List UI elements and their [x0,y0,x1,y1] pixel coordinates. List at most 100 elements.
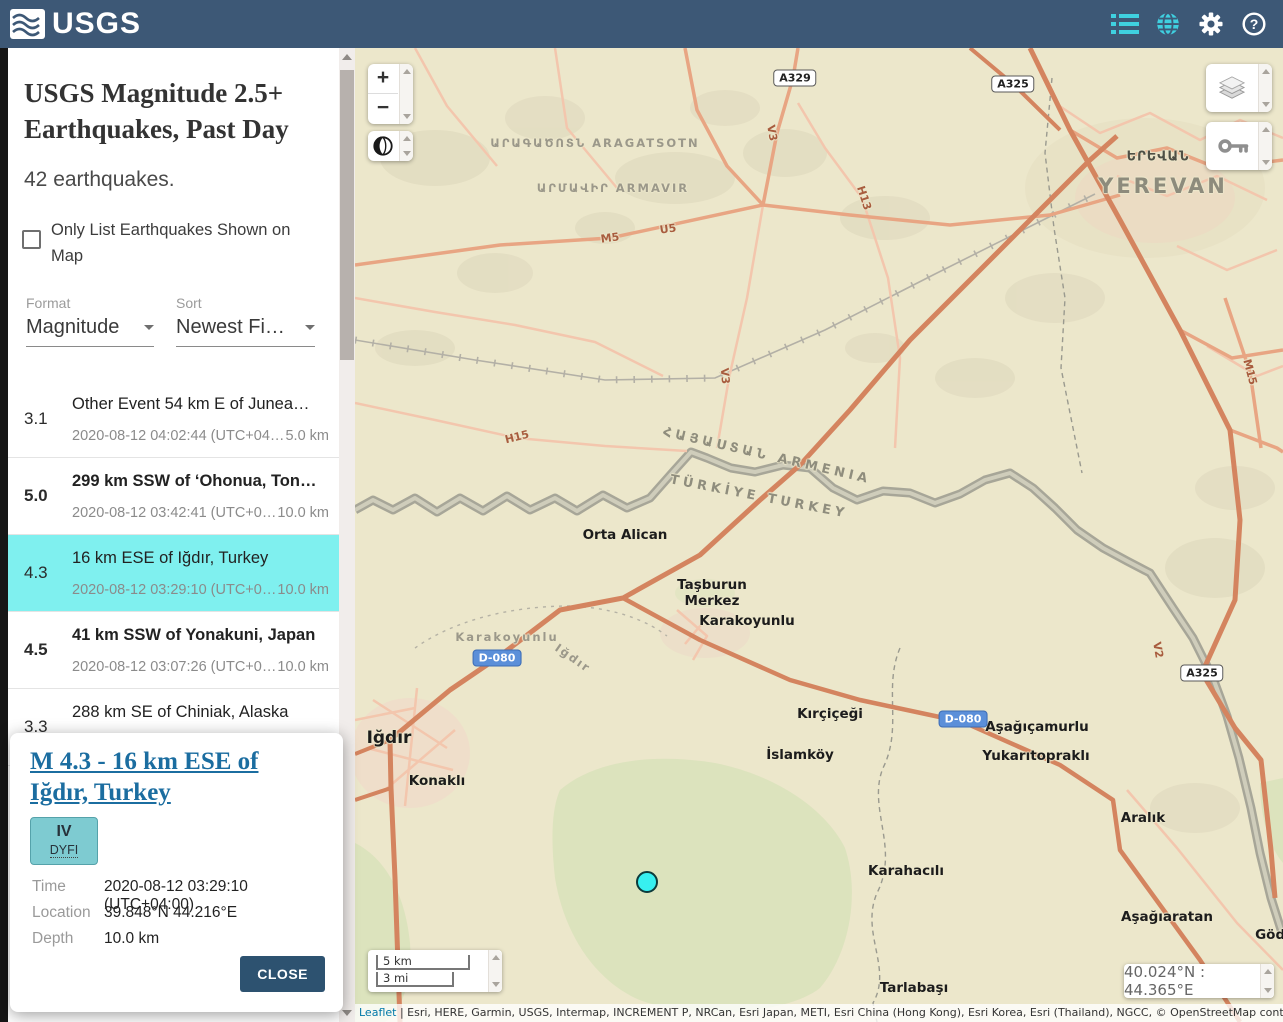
legend-button[interactable] [1206,122,1272,170]
zoom-control[interactable]: + − [368,64,413,124]
leaflet-link[interactable]: Leaflet [359,1006,396,1019]
map-label: İslamköy [766,747,834,763]
event-magnitude: 5.0 [24,486,48,506]
gear-icon[interactable] [1196,9,1226,39]
road-label: V2 [1150,641,1166,659]
event-depth: 10.0 km [277,582,329,598]
map-label: Orta Alican [583,527,668,543]
scroll-up-arrow-icon[interactable] [342,54,352,60]
event-time: 2020-08-12 03:29:10 (UTC+0… [72,582,276,598]
map-label: Aşağıaratan [1121,909,1213,925]
format-select[interactable]: Magnitude [26,316,154,347]
globe-icon[interactable] [372,135,394,162]
event-magnitude: 4.3 [24,563,48,583]
control-scrollbar [1258,64,1272,112]
event-detail-popup: M 4.3 - 16 km ESE of Iğdır, Turkey IV DY… [10,733,343,1012]
list-icon[interactable] [1110,9,1140,39]
road-label: U5 [659,221,677,236]
scrollbar-thumb[interactable] [340,70,354,360]
close-button[interactable]: CLOSE [240,956,325,992]
event-depth: 10.0 km [277,505,329,521]
sort-select[interactable]: Newest Fi… [176,316,315,347]
event-title: Other Event 54 km E of Junea… [72,395,331,414]
route-shield: A329 [773,70,816,87]
control-scrollbar [488,950,502,992]
dyfi-badge[interactable]: IV DYFI [30,817,98,865]
map-label: ԱՐՄԱՎԻՐ ARMAVIR [537,181,689,195]
control-scrollbar [399,64,413,124]
event-depth: 5.0 km [285,428,329,444]
road-label: V3 [718,367,732,384]
usgs-logo[interactable]: USGS [8,6,141,42]
sort-value: Newest Fi… [176,316,285,339]
app-header: USGS [0,0,1283,48]
dyfi-intensity: IV [31,823,97,841]
map-label: Karakoyunlu [699,613,795,629]
format-label: Format [26,295,70,311]
earthquake-count: 42 earthquakes. [24,168,175,192]
map-label: Aşağıçamurlu [985,719,1089,735]
event-detail-link[interactable]: M 4.3 - 16 km ESE of Iğdır, Turkey [30,747,292,808]
map-label: Kırçiçeği [797,706,863,722]
map-canvas[interactable]: ԵՐԵՎԱՆ YEREVAN ՀԱՅԱՍՏԱՆ ARMENIA TÜRKİYE … [355,48,1283,1022]
dyfi-label[interactable]: DYFI [50,843,78,858]
help-icon[interactable]: ? [1239,9,1269,39]
map-label: Karahacılı [868,863,944,879]
coordinates-readout: 40.024°N : 44.365°E [1124,964,1274,998]
earthquake-marker[interactable] [636,871,658,893]
map-label: Iğdır [367,728,412,748]
map-label: ԱՐԱԳԱԾՈՏՆ ARAGATSOTN [490,136,699,150]
control-scrollbar [1260,964,1274,998]
depth-value: 10.0 km [104,930,159,948]
control-scrollbar [399,131,413,161]
road-label: M5 [600,230,620,245]
layers-icon[interactable] [1217,75,1247,106]
scale-km: 5 km [376,955,470,970]
route-shield: A325 [1180,665,1223,682]
earthquake-list: 3.1 Other Event 54 km E of Junea… 2020-0… [8,381,339,766]
home-extent-button[interactable] [368,131,413,161]
map-label: ԵՐԵՎԱՆ [1127,150,1190,165]
zoom-out-button[interactable]: − [368,94,398,124]
event-title: 16 km ESE of Iğdır, Turkey [72,549,331,568]
coordinates-text: 40.024°N : 44.365°E [1124,964,1260,998]
map-attribution: Leaflet | Esri, HERE, Garmin, USGS, Inte… [355,1004,1283,1022]
map-label: Karakoyunlu [455,630,558,644]
window-edge [0,48,8,1022]
list-item[interactable]: 5.0 299 km SSW of ‘Ohonua, Ton… 2020-08-… [8,458,339,535]
map-label: Yukarıtopraklı [982,748,1089,764]
key-icon[interactable] [1217,134,1251,163]
event-magnitude: 4.5 [24,640,48,660]
scale-mi: 3 mi [376,972,454,987]
location-value: 39.848°N 44.216°E [104,904,237,922]
control-scrollbar [1258,122,1272,170]
layers-button[interactable] [1206,64,1272,112]
list-item[interactable]: 3.1 Other Event 54 km E of Junea… 2020-0… [8,381,339,458]
event-title: 41 km SSW of Yonakuni, Japan [72,626,331,645]
map-label: Tarlabaşı [880,980,948,996]
list-item-selected[interactable]: 4.3 16 km ESE of Iğdır, Turkey 2020-08-1… [8,535,339,612]
event-time: 2020-08-12 03:07:26 (UTC+0… [72,659,276,675]
event-title: 288 km SE of Chiniak, Alaska [72,703,331,722]
route-shield: D-080 [473,650,522,667]
map-label: Konaklı [409,773,465,789]
event-time: 2020-08-12 04:02:44 (UTC+04… [72,428,284,444]
scale-control: 5 km 3 mi [368,950,502,992]
list-item[interactable]: 4.5 41 km SSW of Yonakuni, Japan 2020-08… [8,612,339,689]
brand-text: USGS [52,7,141,41]
map-label: Aralık [1121,810,1165,826]
sort-label: Sort [176,295,202,311]
format-value: Magnitude [26,316,119,339]
route-shield: A325 [991,76,1034,93]
map-label: Merkez [685,593,740,609]
only-list-shown-checkbox-row[interactable]: Only List Earthquakes Shown on Map [22,218,309,269]
scroll-down-arrow-icon[interactable] [342,1010,352,1016]
event-depth: 10.0 km [277,659,329,675]
zoom-in-button[interactable]: + [368,64,398,94]
globe-icon[interactable] [1153,9,1183,39]
depth-label: Depth [32,930,104,948]
map-label: Gödel [1255,927,1283,943]
checkbox[interactable] [22,230,41,249]
event-title: 299 km SSW of ‘Ohonua, Ton… [72,472,331,491]
location-label: Location [32,904,104,922]
